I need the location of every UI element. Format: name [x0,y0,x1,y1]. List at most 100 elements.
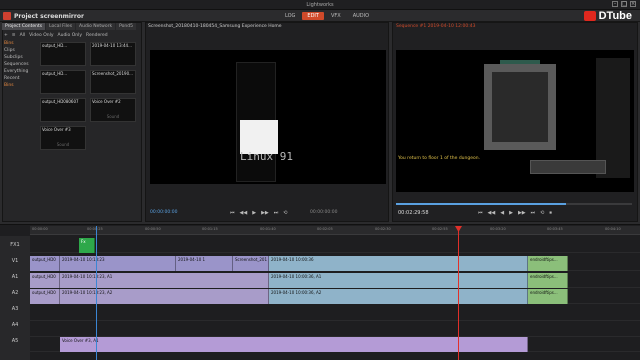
go-to-start-button[interactable]: ⏮ [230,210,235,216]
clip-thumbnail[interactable]: output_HD... [40,70,86,94]
clip-title: output_HD... [42,43,68,48]
ruler-tick: 00:02:05 [317,227,333,231]
tab-audio[interactable]: AUDIO [348,12,374,20]
clip-title: Voice Over #2 [92,99,121,104]
tab-log[interactable]: LOG [280,12,300,20]
timeline-clip[interactable]: 2019-04-10 10:13:23 [60,256,176,271]
tab-vfx[interactable]: VFX [326,12,346,20]
close-button[interactable]: × [630,1,636,7]
filter-rendered[interactable]: Rendered [86,33,108,38]
clip-subtitle: Sound [56,142,70,147]
track-lane-v1: output_HD0 2019-04-10 10:13:23 2019-04-1… [30,256,640,271]
minimize-button[interactable]: – [612,1,618,7]
timeline-clip[interactable]: output_HD0 [30,289,60,304]
track-header-a4[interactable]: A4 [0,322,30,328]
bin-item[interactable]: Bins [4,83,36,88]
playhead-marker-icon[interactable] [455,226,462,232]
track-header-a5[interactable]: A5 [0,338,30,344]
dtube-logo-icon [583,11,596,21]
timeline-clip[interactable]: output_HD0 [30,273,60,288]
app-logo-icon[interactable] [3,12,11,20]
window-controls: – □ × [612,1,636,7]
source-transport: ⏮ ◀◀ ▶ ▶▶ ⏭ ⟲ [230,210,288,216]
timeline-clip[interactable]: endroidftips... [528,256,568,271]
dtube-watermark: DTube [583,10,632,22]
timeline-clip[interactable]: 2019-04-10 10:13:23, A2 [60,289,269,304]
ruler-tick: 00:01:15 [202,227,218,231]
loop-button[interactable]: ⟲ [540,210,544,216]
timeline-clip[interactable]: 2019-04-10 10:13:23, A1 [60,273,269,288]
clip-thumbnail[interactable]: output_HD080607 [40,98,86,122]
track-header-a2[interactable]: A2 [0,290,30,296]
timeline-clip[interactable]: 2019-04-10 1 [176,256,233,271]
clip-thumbnail[interactable]: output_HD... [40,42,86,66]
ruler-tick: 00:04:10 [605,227,621,231]
window-title: Lightworks [306,2,334,8]
timeline-clip[interactable]: 2019-04-10 10:00:36 [269,256,528,271]
track-header-fx1[interactable]: FX1 [0,242,30,248]
record-timecode[interactable]: 00:02:29:58 [398,210,429,216]
filter-all[interactable]: All [20,33,26,38]
tab-audio-network[interactable]: Audio Network [76,23,116,30]
stop-button[interactable]: ⏹ [549,210,552,216]
play-button[interactable]: ▶ [509,210,513,216]
track-headers: FX1 V1 A1 A2 A3 A4 A5 [0,236,30,360]
rewind-button[interactable]: ◀◀ [240,210,248,216]
timeline-clip[interactable]: endroidftips... [528,273,568,288]
ruler-tick: 00:00:00 [32,227,48,231]
bin-item[interactable]: Recent [4,76,36,81]
maximize-button[interactable]: □ [621,1,627,7]
bin-item[interactable]: Bins [4,41,36,46]
track-lane-a3 [30,306,640,321]
timeline-clip[interactable]: 2019-04-10 10:00:36, A1 [269,273,528,288]
play-button[interactable]: ▶ [252,210,256,216]
bin-item[interactable]: Subclips [4,55,36,60]
bin-item[interactable]: Clips [4,48,36,53]
source-timecode[interactable]: 00:00:00:00 [150,210,177,215]
add-icon[interactable]: + [4,33,8,38]
tab-project-contents[interactable]: Project Contents [2,23,46,30]
track-header-a1[interactable]: A1 [0,274,30,280]
project-name[interactable]: Project screenmirror [14,13,84,20]
clip-thumbnail[interactable]: 2019-04-10 13:44... [90,42,136,66]
step-back-button[interactable]: ◀ [500,210,504,216]
list-view-icon[interactable]: ≡ [12,33,16,38]
timeline-ruler[interactable]: 00:00:00 00:00:25 00:00:50 00:01:15 00:0… [30,226,640,235]
fx-clip[interactable]: Fx [79,238,95,253]
clip-thumbnail[interactable]: Screenshot_20190... [90,70,136,94]
filter-video-only[interactable]: Video Only [29,33,53,38]
game-message: You return to floor 1 of the dungeon. [398,156,481,161]
track-lane-a5: Voice Over #3, A1 [30,337,640,352]
project-panel-tabs: Project Contents Local Files Audio Netwo… [2,23,136,30]
filter-audio-only[interactable]: Audio Only [58,33,83,38]
bins-list: Bins Clips Subclips Sequences Everything… [4,41,36,90]
ruler-tick: 00:02:30 [375,227,391,231]
clip-thumbnail[interactable]: Voice Over #2 Sound [90,98,136,122]
tab-local-files[interactable]: Local Files [46,23,76,30]
fast-forward-button[interactable]: ▶▶ [261,210,269,216]
timeline-clip[interactable]: 2019-04-10 10:00:36, A2 [269,289,528,304]
clip-grid: output_HD... 2019-04-10 13:44... output_… [40,42,140,150]
bin-item[interactable]: Sequences [4,62,36,67]
clip-thumbnail[interactable]: Voice Over #3 Sound [40,126,86,150]
tab-edit[interactable]: EDIT [302,12,324,20]
go-to-end-button[interactable]: ⏭ [531,210,536,216]
go-to-start-button[interactable]: ⏮ [478,210,483,216]
timeline-clip[interactable]: endroidftips... [528,289,568,304]
source-playhead[interactable] [96,226,97,360]
tab-pond5[interactable]: Pond5 [116,23,136,30]
rewind-button[interactable]: ◀◀ [488,210,496,216]
ruler-tick: 00:00:25 [87,227,103,231]
phone-dialog [240,120,278,154]
timeline-clip[interactable]: output_HD0 [30,256,60,271]
loop-button[interactable]: ⟲ [283,210,287,216]
go-to-end-button[interactable]: ⏭ [274,210,279,216]
fast-forward-button[interactable]: ▶▶ [518,210,526,216]
track-header-v1[interactable]: V1 [0,258,30,264]
source-duration: 00:00:00:00 [310,210,338,215]
track-header-a3[interactable]: A3 [0,306,30,312]
record-playhead[interactable] [458,226,459,360]
clip-title: Screenshot_20190... [92,71,133,76]
timeline-clip[interactable]: Screenshot_201 [233,256,269,271]
bin-item[interactable]: Everything [4,69,36,74]
